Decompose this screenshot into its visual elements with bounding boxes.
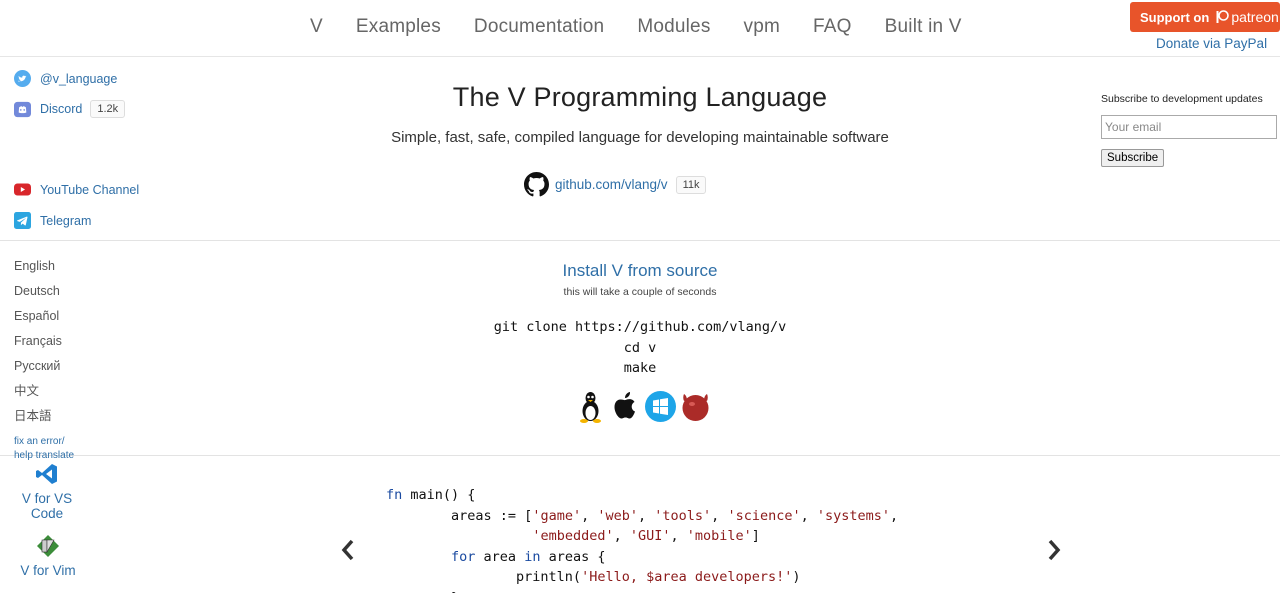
language-japanese[interactable]: 日本語: [14, 409, 62, 434]
install-title[interactable]: Install V from source: [0, 261, 1280, 281]
nav-link-modules[interactable]: Modules: [637, 16, 710, 38]
language-chinese[interactable]: 中文: [14, 384, 62, 409]
nav-link-faq[interactable]: FAQ: [813, 16, 852, 38]
code-line: 'embedded', 'GUI', 'mobile']: [532, 528, 760, 544]
code-line: println('Hello, $area developers!'): [386, 569, 801, 585]
github-repo: github.com/vlang/v 11k: [524, 172, 707, 197]
subscribe-label: Subscribe to development updates: [1101, 93, 1263, 105]
subscribe-form: Subscribe to development updates Subscri…: [1101, 93, 1277, 167]
subscribe-button[interactable]: Subscribe: [1101, 149, 1165, 167]
github-icon[interactable]: [524, 172, 549, 197]
chevron-right-icon[interactable]: [1046, 538, 1062, 562]
install-command: cd v: [623, 339, 657, 356]
page-subtitle: Simple, fast, safe, compiled language fo…: [391, 129, 889, 146]
install-commands: git clone https://github.com/vlang/v cd …: [0, 317, 1280, 379]
nav-link-built-in-v[interactable]: Built in V: [885, 16, 962, 38]
nav-link-v[interactable]: V: [310, 16, 323, 38]
patreon-icon: [1216, 10, 1230, 23]
youtube-link[interactable]: YouTube Channel: [14, 181, 139, 198]
patreon-button[interactable]: Support on patreon: [1130, 2, 1280, 32]
youtube-label: YouTube Channel: [40, 182, 140, 197]
patreon-logo: patreon: [1215, 9, 1279, 25]
code-sample: fn main() { areas := ['game', 'web', 'to…: [386, 485, 898, 593]
os-icons: [575, 390, 711, 423]
code-line: }: [386, 588, 898, 593]
divider-install: [0, 455, 1280, 456]
patreon-brand: patreon: [1231, 9, 1279, 25]
vim-icon: [37, 535, 59, 557]
vim-label: V for Vim: [20, 563, 76, 578]
nav-link-documentation[interactable]: Documentation: [474, 16, 604, 38]
code-line: for area in areas {: [451, 548, 606, 565]
patreon-button-label: Support on: [1140, 9, 1210, 25]
code-line: areas := ['game', 'web', 'tools', 'scien…: [386, 507, 899, 524]
youtube-icon: [14, 183, 31, 196]
vim-link[interactable]: V for Vim: [14, 534, 82, 578]
vscode-icon: [36, 464, 57, 484]
chevron-left-icon[interactable]: [340, 538, 356, 562]
github-stars-badge[interactable]: 11k: [675, 175, 707, 194]
freebsd-icon[interactable]: [680, 390, 711, 423]
email-field[interactable]: [1101, 115, 1277, 139]
apple-icon[interactable]: [610, 390, 641, 423]
top-navigation: V Examples Documentation Modules vpm FAQ…: [0, 0, 1280, 57]
nav-link-vpm[interactable]: vpm: [744, 16, 781, 38]
linux-icon[interactable]: [575, 390, 606, 423]
page-title: The V Programming Language: [452, 82, 828, 112]
install-command: make: [623, 360, 657, 376]
windows-icon[interactable]: [645, 390, 676, 423]
vscode-label: V for VS Code: [21, 491, 73, 521]
paypal-link[interactable]: Donate via PayPal: [1156, 36, 1267, 51]
divider-hero: [0, 240, 1280, 241]
vscode-link[interactable]: V for VS Code: [4, 462, 90, 521]
fix-error-link[interactable]: fix an error/ help translate: [14, 435, 74, 463]
code-line: fn main() {: [386, 487, 476, 503]
github-link[interactable]: github.com/vlang/v: [555, 177, 668, 192]
install-command: git clone https://github.com/vlang/v: [493, 319, 787, 335]
fix-error-line-2: help translate: [14, 450, 75, 461]
telegram-label: Telegram: [40, 213, 92, 228]
telegram-link[interactable]: Telegram: [14, 212, 91, 229]
nav-link-examples[interactable]: Examples: [356, 16, 441, 38]
nav-links: V Examples Documentation Modules vpm FAQ…: [310, 16, 995, 38]
install-subtitle: this will take a couple of seconds: [563, 286, 717, 298]
fix-error-line-1: fix an error/: [14, 436, 65, 447]
telegram-icon: [14, 212, 31, 229]
